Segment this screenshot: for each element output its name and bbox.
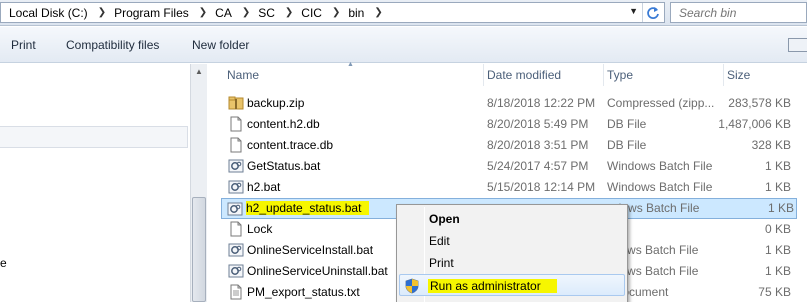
view-options-button[interactable]	[788, 38, 807, 52]
search-input[interactable]	[671, 3, 806, 22]
file-date: 8/20/2018 3:51 PM	[487, 138, 589, 152]
navigation-pane[interactable]: e	[0, 64, 190, 302]
file-size: 328 KB	[751, 138, 791, 152]
file-name: GetStatus.bat	[247, 159, 321, 173]
file-name: content.trace.db	[247, 138, 334, 152]
file-type: DB File	[607, 117, 647, 131]
file-date: 5/15/2018 12:14 PM	[487, 180, 596, 194]
file-row[interactable]: backup.zip 8/18/2018 12:22 PM Compressed…	[207, 93, 807, 114]
file-size: 1,487,006 KB	[718, 117, 791, 131]
breadcrumb-item-ca[interactable]: CA ❯	[207, 3, 250, 22]
menu-item-label: Run as administrator	[428, 279, 557, 293]
file-type: DB File	[607, 138, 647, 152]
file-name: h2.bat	[247, 180, 281, 194]
context-menu: Open Edit Print Run as administrator	[396, 204, 628, 302]
column-divider[interactable]	[603, 64, 604, 86]
file-row[interactable]: content.h2.db 8/20/2018 5:49 PM DB File …	[207, 114, 807, 135]
file-size: 1 KB	[764, 180, 791, 194]
print-button[interactable]: Print	[11, 38, 36, 52]
file-icon	[228, 116, 244, 132]
file-size: 1 KB	[764, 264, 791, 278]
menu-item-open[interactable]: Open	[399, 208, 625, 230]
file-name: OnlineServiceUninstall.bat	[247, 264, 388, 278]
command-bar: Print Compatibility files New folder	[0, 27, 807, 63]
breadcrumb-item-program-files[interactable]: Program Files ❯	[106, 3, 207, 22]
new-folder-button[interactable]: New folder	[192, 38, 249, 52]
breadcrumb-chevron-icon[interactable]: ❯	[374, 7, 382, 18]
column-divider[interactable]	[483, 64, 484, 86]
highlighted-file-name: h2_update_status.bat	[246, 201, 370, 215]
address-bar: Local Disk (C:) ❯ Program Files ❯ CA ❯ SC ❯ …	[0, 0, 807, 26]
file-name: Lock	[247, 222, 273, 236]
file-name: content.h2.db	[247, 117, 320, 131]
scrollbar-thumb[interactable]	[192, 197, 206, 302]
menu-item-print[interactable]: Print	[399, 252, 625, 274]
file-icon	[228, 137, 244, 153]
sort-up-icon: ▲	[347, 61, 354, 68]
file-icon	[228, 221, 244, 237]
column-header-type[interactable]: Type	[607, 64, 633, 86]
file-size: 1 KB	[764, 159, 791, 173]
batch-file-icon	[227, 201, 243, 217]
breadcrumb[interactable]: Local Disk (C:) ❯ Program Files ❯ CA ❯ SC ❯ …	[0, 2, 665, 23]
breadcrumb-chevron-icon[interactable]: ❯	[332, 7, 340, 18]
menu-item-run-as-administrator[interactable]: Run as administrator	[399, 274, 625, 296]
breadcrumb-chevron-icon[interactable]: ❯	[98, 7, 106, 18]
breadcrumb-item-cic[interactable]: CIC ❯	[293, 3, 340, 22]
file-size: 1 KB	[764, 243, 791, 257]
breadcrumb-item-bin[interactable]: bin ❯	[340, 3, 382, 22]
file-name: backup.zip	[247, 96, 305, 110]
menu-item-edit[interactable]: Edit	[399, 230, 625, 252]
breadcrumb-chevron-icon[interactable]: ❯	[285, 7, 293, 18]
batch-file-icon	[228, 179, 244, 195]
search-box[interactable]	[670, 2, 807, 23]
column-header-date[interactable]: Date modified	[487, 64, 561, 86]
file-name: OnlineServiceInstall.bat	[247, 243, 374, 257]
file-type: Windows Batch File	[607, 159, 713, 173]
batch-file-icon	[228, 158, 244, 174]
file-size: 0 KB	[764, 222, 791, 236]
file-size: 283,578 KB	[728, 96, 791, 110]
uac-shield-icon	[404, 278, 420, 294]
nav-scrollbar[interactable]: ▲	[190, 64, 207, 302]
breadcrumb-item-sc[interactable]: SC ❯	[250, 3, 293, 22]
file-row[interactable]: GetStatus.bat 5/24/2017 4:57 PM Windows …	[207, 156, 807, 177]
breadcrumb-item-local-disk[interactable]: Local Disk (C:) ❯	[1, 3, 106, 22]
file-date: 8/18/2018 12:22 PM	[487, 96, 596, 110]
file-icon	[228, 284, 244, 300]
column-divider[interactable]	[723, 64, 724, 86]
file-date: 8/20/2018 5:49 PM	[487, 117, 589, 131]
file-row[interactable]: content.trace.db 8/20/2018 3:51 PM DB Fi…	[207, 135, 807, 156]
file-type: Compressed (zipp...	[607, 96, 715, 110]
breadcrumb-chevron-icon[interactable]: ❯	[242, 7, 250, 18]
batch-file-icon	[228, 263, 244, 279]
file-type: Windows Batch File	[607, 180, 713, 194]
file-date: 5/24/2017 4:57 PM	[487, 159, 589, 173]
refresh-icon[interactable]	[642, 3, 662, 22]
column-header-name[interactable]: Name	[227, 64, 259, 86]
zip-folder-icon	[228, 95, 244, 111]
nav-selected-item[interactable]	[0, 126, 188, 148]
nav-item-label[interactable]: e	[0, 256, 7, 270]
column-header-size[interactable]: Size	[727, 64, 750, 86]
compatibility-files-button[interactable]: Compatibility files	[66, 38, 159, 52]
scroll-up-arrow-icon[interactable]: ▲	[195, 67, 203, 76]
file-name: PM_export_status.txt	[247, 285, 360, 299]
file-size: 75 KB	[758, 285, 791, 299]
file-size: 1 KB	[767, 201, 794, 215]
file-row[interactable]: h2.bat 5/15/2018 12:14 PM Windows Batch …	[207, 177, 807, 198]
batch-file-icon	[228, 242, 244, 258]
breadcrumb-chevron-icon[interactable]: ❯	[199, 7, 207, 18]
file-name: h2_update_status.bat	[246, 201, 370, 216]
address-dropdown-icon[interactable]: ▼	[629, 6, 638, 16]
